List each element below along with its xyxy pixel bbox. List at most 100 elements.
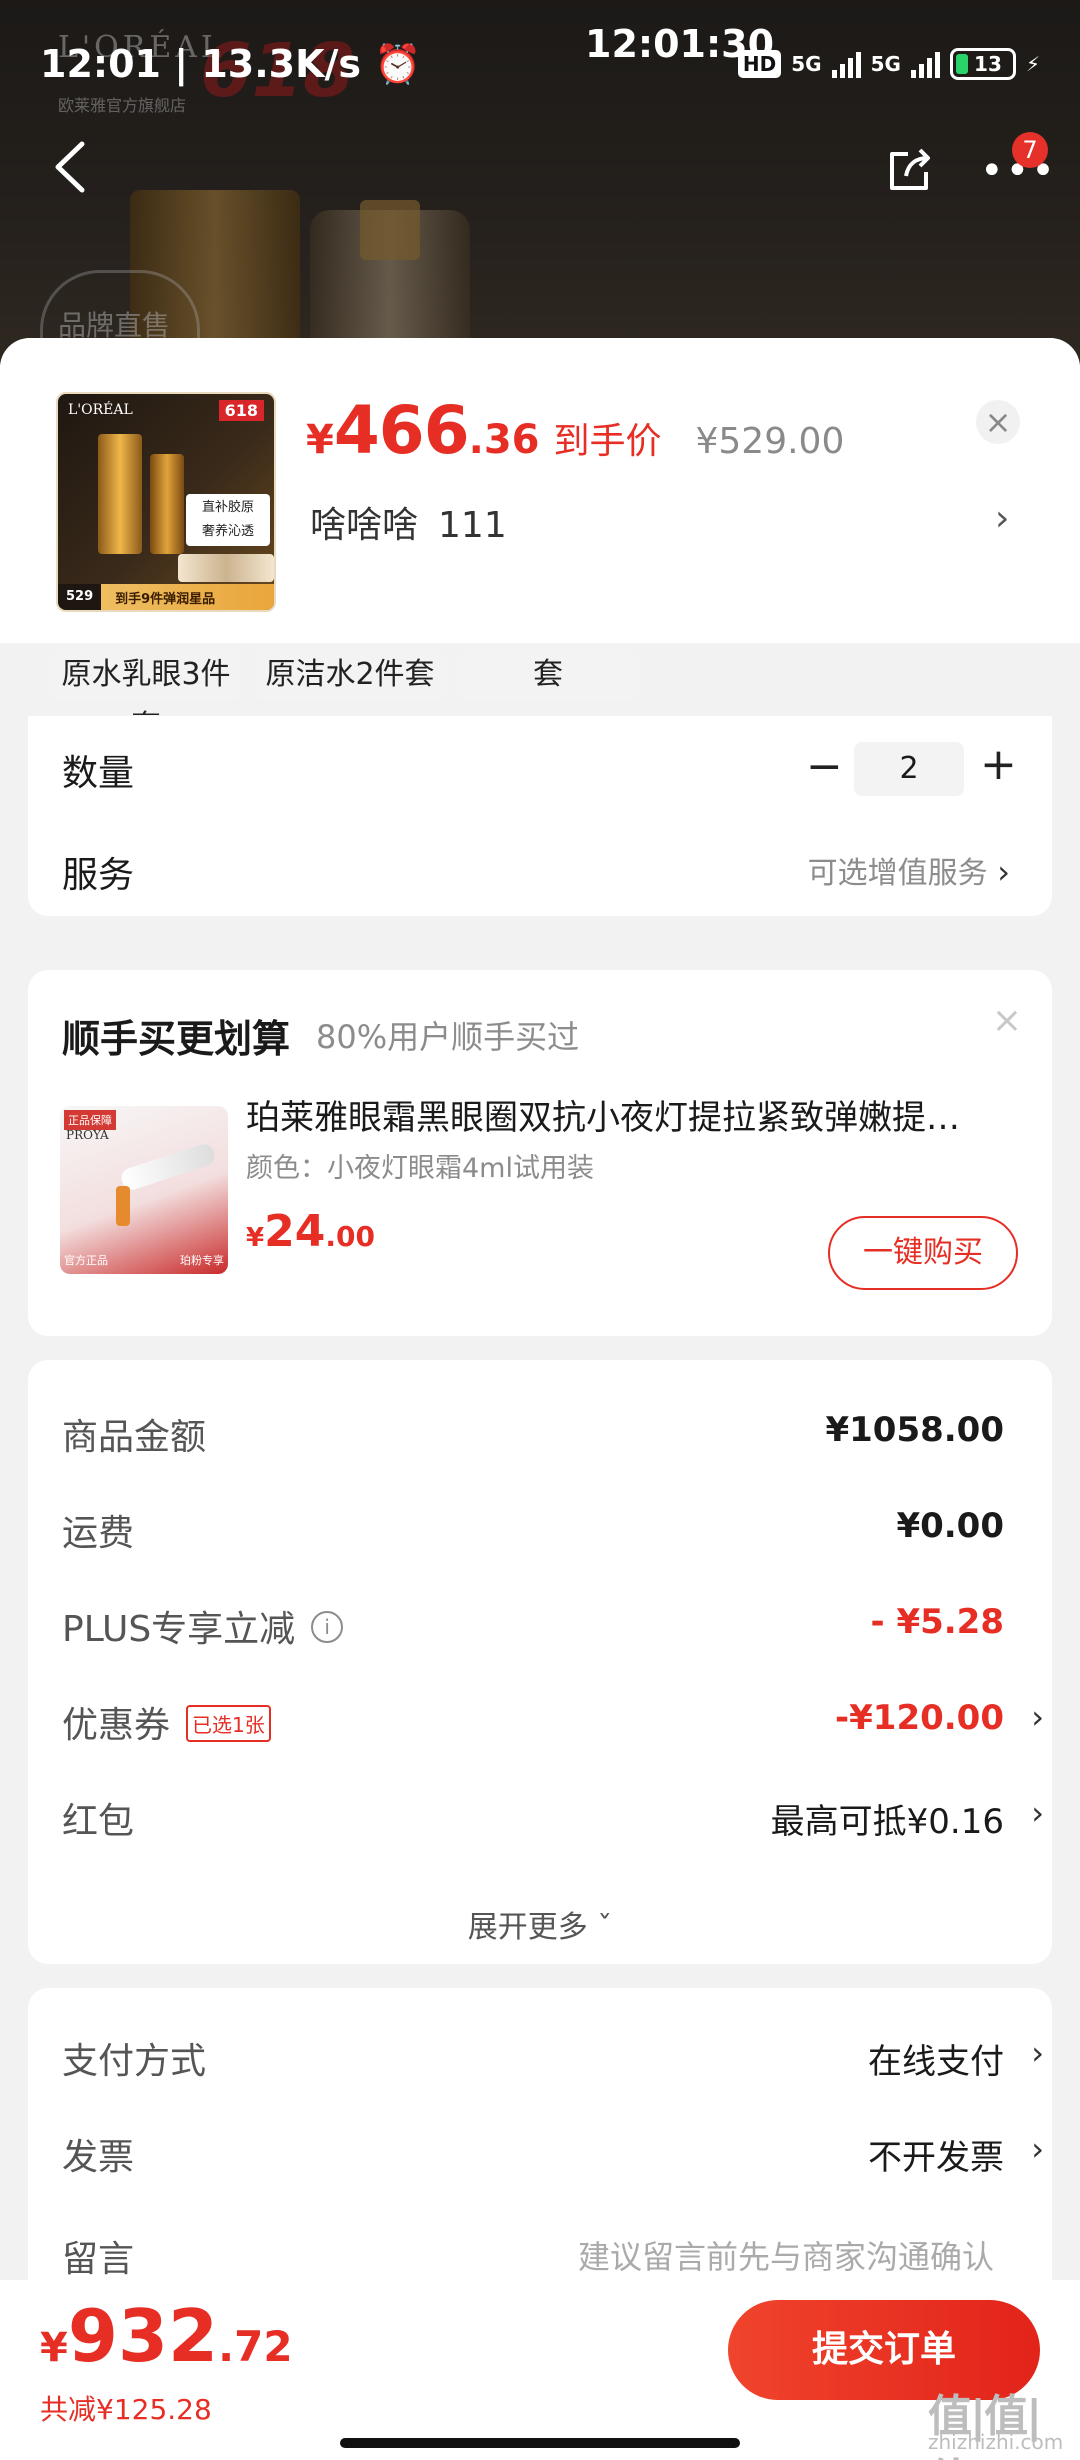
bundle-thumb-tip-image <box>116 1186 130 1226</box>
redpacket-row[interactable]: 红包 最高可抵¥0.16 › <box>62 1792 1052 1852</box>
coupon-selected-badge: 已选1张 <box>186 1704 271 1742</box>
currency-symbol: ¥ <box>306 417 334 463</box>
payment-method-row[interactable]: 支付方式 在线支付 › <box>62 2032 1052 2092</box>
price-decimal: .00 <box>325 1220 375 1253</box>
plus-discount-row: PLUS专享立减 i - ¥5.28 <box>62 1600 1052 1660</box>
clock: 12:01 <box>40 42 161 86</box>
thumb-slogan-card: 直补胶原 奢养沁透 <box>186 494 270 546</box>
thumb-bottle-image <box>150 454 184 554</box>
expand-more-button[interactable]: 展开更多 ˇ <box>28 1902 1052 1946</box>
product-header: L'ORÉAL 618 直补胶原 奢养沁透 529 到手9件弹润星品 ¥ 466… <box>0 338 1080 643</box>
plus-discount-label: PLUS专享立减 <box>62 1609 296 1650</box>
bundle-thumb-brand: PROYA <box>66 1128 109 1142</box>
total-price: ¥ 932 .72 <box>40 2294 293 2378</box>
coupon-row[interactable]: 优惠券 已选1张 -¥120.00 › <box>62 1696 1052 1756</box>
thumb-slogan-line: 直补胶原 <box>201 500 254 515</box>
net-speed: 13.3K/s <box>201 42 362 86</box>
quantity-minus-button[interactable]: − <box>806 741 843 792</box>
currency-symbol: ¥ <box>40 2325 68 2371</box>
chevron-right-icon[interactable]: › <box>995 498 1009 539</box>
chevron-right-icon: › <box>1031 1794 1044 1832</box>
option-chip[interactable]: 套 <box>458 649 638 701</box>
alarm-icon: ⏰ <box>374 42 422 86</box>
quantity-label: 数量 <box>62 753 135 794</box>
bundle-title: 顺手买更划算 <box>62 1017 291 1061</box>
coupon-value: -¥120.00 <box>835 1698 1004 1738</box>
price-tag-label: 到手价 <box>553 421 662 462</box>
thumb-gift-text: 到手9件弹润星品 <box>115 591 216 607</box>
checkout-bar: ¥ 932 .72 共减¥125.28 提交订单 值|值|值 zhizhizhi… <box>0 2280 1080 2460</box>
chevron-right-icon: › <box>1031 2034 1044 2072</box>
coupon-label-group: 优惠券 已选1张 <box>62 1696 271 1748</box>
selected-variant[interactable]: 啥啥啥 111 <box>310 496 507 548</box>
price-integer: 466 <box>333 392 470 469</box>
one-click-buy-button[interactable]: 一键购买 <box>828 1216 1018 1290</box>
bundle-thumb-footer-left: 官方正品 <box>64 1254 108 1267</box>
payment-method-label: 支付方式 <box>62 2041 207 2082</box>
status-time: 12:01 | 13.3K/s ⏰ <box>40 42 422 87</box>
variant-name: 啥啥啥 <box>310 505 419 546</box>
thumb-price-bar: 529 到手9件弹润星品 <box>58 584 274 610</box>
invoice-row[interactable]: 发票 不开发票 › <box>62 2128 1052 2188</box>
bundle-thumb-footer: 官方正品 珀粉专享 <box>60 1252 228 1268</box>
product-thumbnail[interactable]: L'ORÉAL 618 直补胶原 奢养沁透 529 到手9件弹润星品 <box>56 392 276 612</box>
option-chip[interactable]: 原洁水2件套 <box>254 649 446 701</box>
shipping-label: 运费 <box>62 1513 135 1554</box>
thumb-slogan-line: 奢养沁透 <box>201 524 254 539</box>
payment-method-value: 在线支付 <box>868 2042 1004 2082</box>
price-integer: 932 <box>67 2294 219 2378</box>
plus-discount-label-group: PLUS专享立减 i <box>62 1600 344 1652</box>
status-icons: HD 5G 5G 13 ⚡ <box>737 48 1040 80</box>
network-5g-label: 5G <box>870 52 901 76</box>
service-selector[interactable]: 可选增值服务 › <box>808 848 1010 892</box>
total-saving: 共减¥125.28 <box>40 2393 212 2426</box>
order-sheet: L'ORÉAL 618 直补胶原 奢养沁透 529 到手9件弹润星品 ¥ 466… <box>0 338 1080 2460</box>
bundle-price: ¥ 24 .00 <box>246 1206 375 1257</box>
option-chip[interactable]: 原水乳眼3件套 <box>50 649 242 715</box>
cart-count-badge: 7 <box>1012 132 1048 168</box>
quantity-plus-button[interactable]: + <box>980 739 1017 790</box>
final-price: ¥ 466 .36 到手价 ¥529.00 <box>306 392 844 469</box>
bundle-thumb-tube-image <box>118 1141 218 1193</box>
price-decimal: .72 <box>218 2322 293 2371</box>
bundle-product-attr: 颜色：小夜灯眼霜4ml试用装 <box>246 1153 594 1184</box>
goods-amount-row: 商品金额 ¥1058.00 <box>62 1408 1052 1468</box>
back-arrow-icon[interactable] <box>52 140 88 194</box>
close-icon[interactable]: × <box>992 1000 1022 1041</box>
goods-amount-value: ¥1058.00 <box>825 1410 1004 1450</box>
quantity-input[interactable]: 2 <box>854 742 964 796</box>
thumb-price: 529 <box>58 584 102 610</box>
share-icon[interactable] <box>886 146 934 194</box>
bundle-product-name[interactable]: 珀莱雅眼霜黑眼圈双抗小夜灯提拉紧致弹嫩提… <box>246 1090 1028 1139</box>
coupon-label: 优惠券 <box>62 1705 171 1746</box>
thumb-promo-badge: 618 <box>218 400 264 421</box>
currency-symbol: ¥ <box>246 1223 265 1253</box>
info-icon[interactable]: i <box>311 1611 344 1643</box>
variant-code: 111 <box>438 505 507 546</box>
thumb-jars-image <box>178 554 274 582</box>
more-icon[interactable]: ••• <box>980 151 1057 191</box>
bundle-thumb-footer-right: 珀粉专享 <box>180 1254 224 1267</box>
note-input[interactable]: 建议留言前先与商家沟通确认 <box>578 2232 994 2278</box>
thumb-bottle-image <box>98 434 142 554</box>
close-icon[interactable]: × <box>976 400 1020 444</box>
note-label: 留言 <box>62 2239 135 2280</box>
bundle-card: 顺手买更划算 80%用户顺手买过 × 正品保障 PROYA 官方正品 珀粉专享 … <box>28 970 1052 1336</box>
chevron-right-icon: › <box>1031 2130 1044 2168</box>
bundle-subtitle: 80%用户顺手买过 <box>316 1018 580 1056</box>
bundle-product-thumbnail[interactable]: 正品保障 PROYA 官方正品 珀粉专享 <box>60 1106 228 1274</box>
price-decimal: .36 <box>468 417 540 463</box>
battery-level: 13 <box>974 52 1002 76</box>
thumb-brand-logo: L'ORÉAL <box>68 402 133 418</box>
home-indicator[interactable] <box>340 2438 740 2448</box>
plus-discount-value: - ¥5.28 <box>870 1602 1005 1642</box>
watermark-url: zhizhizhi.com <box>928 2430 1064 2454</box>
service-hint: 可选增值服务 <box>807 856 988 891</box>
shipping-row: 运费 ¥0.00 <box>62 1504 1052 1564</box>
price-summary-card: 商品金额 ¥1058.00 运费 ¥0.00 PLUS专享立减 i - ¥5.28… <box>28 1360 1052 1964</box>
signal-icon <box>910 50 940 78</box>
network-5g-label: 5G <box>791 52 822 76</box>
separator: | <box>174 42 202 86</box>
status-bar: 12:01 | 13.3K/s ⏰ 12:01:30 HD 5G 5G 13 ⚡ <box>0 0 1080 110</box>
original-price: ¥529.00 <box>695 421 845 462</box>
